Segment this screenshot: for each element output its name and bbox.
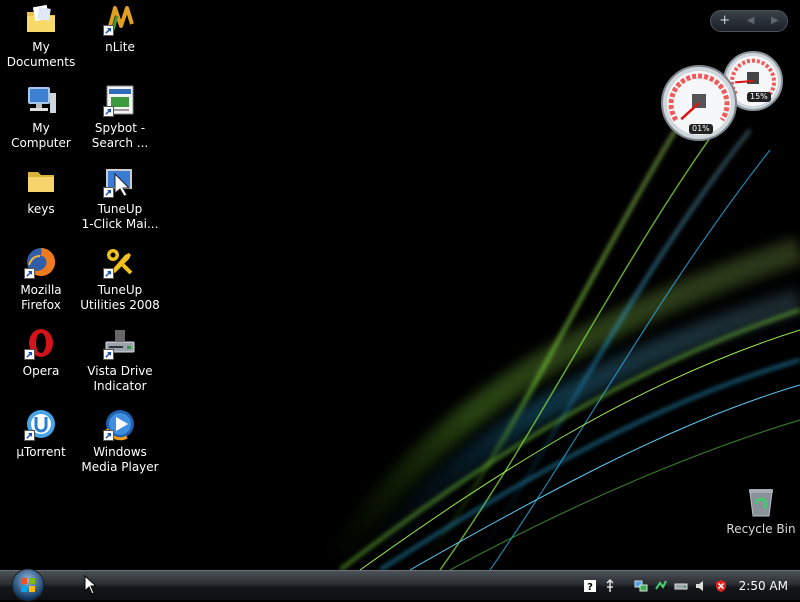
desktop-icon-firefox[interactable]: Mozilla Firefox <box>1 245 81 313</box>
shortcut-arrow-icon <box>24 268 35 279</box>
drive-indicator-icon <box>103 326 137 360</box>
desktop-icon-label: nLite <box>105 40 135 54</box>
folder-icon <box>24 164 58 198</box>
my-documents-folder-icon <box>24 2 58 36</box>
notification-area: ? 2:50 AM <box>580 571 800 600</box>
help-icon[interactable]: ? <box>583 579 597 593</box>
cpu-usage-readout: 01% <box>689 124 713 134</box>
desktop-icon-label: TuneUp Utilities 2008 <box>80 283 160 312</box>
volume-icon[interactable] <box>694 579 708 593</box>
mouse-cursor-icon <box>84 575 96 595</box>
desktop-icon-nlite[interactable]: nLite <box>80 2 160 55</box>
desktop-icon-my-computer[interactable]: My Computer <box>1 83 81 151</box>
shortcut-arrow-icon <box>103 349 114 360</box>
usb-icon[interactable] <box>603 578 617 593</box>
firefox-icon <box>24 245 58 279</box>
media-player-icon <box>103 407 137 441</box>
desktop-icon-keys[interactable]: keys <box>1 164 81 217</box>
svg-text:?: ? <box>587 582 593 593</box>
shortcut-arrow-icon <box>103 430 114 441</box>
add-gadget-button[interactable]: + <box>719 11 730 31</box>
desktop-icon-tuneup-utilities[interactable]: TuneUp Utilities 2008 <box>80 245 160 313</box>
tuneup-oneclick-icon <box>103 164 137 198</box>
sidebar-gadget-control: + ◀ ▶ <box>710 10 788 32</box>
desktop-icon-label: Windows Media Player <box>81 445 159 474</box>
taskbar: ? 2:50 AM <box>0 568 800 602</box>
desktop-icon-label: keys <box>27 202 55 216</box>
network-icon[interactable] <box>634 579 648 593</box>
desktop-icon-label: My Documents <box>6 40 76 69</box>
drive-tray-icon[interactable] <box>674 579 688 593</box>
desktop-icon-opera[interactable]: Opera <box>1 326 81 379</box>
previous-gadget-page-button[interactable]: ◀ <box>747 11 755 31</box>
nlite-icon <box>103 2 137 36</box>
shortcut-arrow-icon <box>24 349 35 360</box>
desktop-icon-label: µTorrent <box>16 445 66 459</box>
system-clock[interactable]: 2:50 AM <box>739 579 788 593</box>
utorrent-icon <box>24 407 58 441</box>
desktop-icon-my-documents[interactable]: My Documents <box>1 2 81 70</box>
desktop-icon-label: My Computer <box>11 121 71 150</box>
desktop-icon-label: Spybot - Search ... <box>91 121 149 150</box>
cpu-meter-gadget[interactable]: 15% 01% <box>660 50 790 146</box>
shortcut-arrow-icon <box>103 25 114 36</box>
start-button[interactable] <box>8 568 48 602</box>
next-gadget-page-button[interactable]: ▶ <box>771 11 779 31</box>
my-computer-icon <box>24 83 58 117</box>
desktop-icon-vista-drive-indicator[interactable]: Vista Drive Indicator <box>80 326 160 394</box>
desktop-icon-spybot[interactable]: Spybot - Search ... <box>80 83 160 151</box>
recycle-bin-icon <box>749 489 773 517</box>
desktop-icon-label: Recycle Bin <box>726 522 796 536</box>
desktop-icon-label: Opera <box>22 364 60 378</box>
desktop-icon-tuneup-oneclick[interactable]: TuneUp 1-Click Mai... <box>80 164 160 232</box>
shortcut-arrow-icon <box>103 268 114 279</box>
desktop-icon-label: TuneUp 1-Click Mai... <box>81 202 159 231</box>
tuneup-utilities-icon <box>103 245 137 279</box>
desktop-icon-label: Mozilla Firefox <box>20 283 62 312</box>
spybot-icon <box>103 83 137 117</box>
desktop[interactable]: My Documents My Computer keys Mozilla Fi… <box>0 0 800 570</box>
tray-app-icon[interactable] <box>654 579 668 593</box>
shortcut-arrow-icon <box>103 106 114 117</box>
memory-usage-readout: 15% <box>747 92 771 102</box>
security-shield-icon[interactable] <box>714 579 728 593</box>
shortcut-arrow-icon <box>24 430 35 441</box>
opera-icon <box>24 326 58 360</box>
desktop-icon-label: Vista Drive Indicator <box>87 364 153 393</box>
desktop-icon-utorrent[interactable]: µTorrent <box>1 407 81 460</box>
desktop-icon-recycle-bin[interactable]: Recycle Bin <box>726 486 796 536</box>
desktop-icon-windows-media-player[interactable]: Windows Media Player <box>80 407 160 475</box>
shortcut-arrow-icon <box>103 187 114 198</box>
